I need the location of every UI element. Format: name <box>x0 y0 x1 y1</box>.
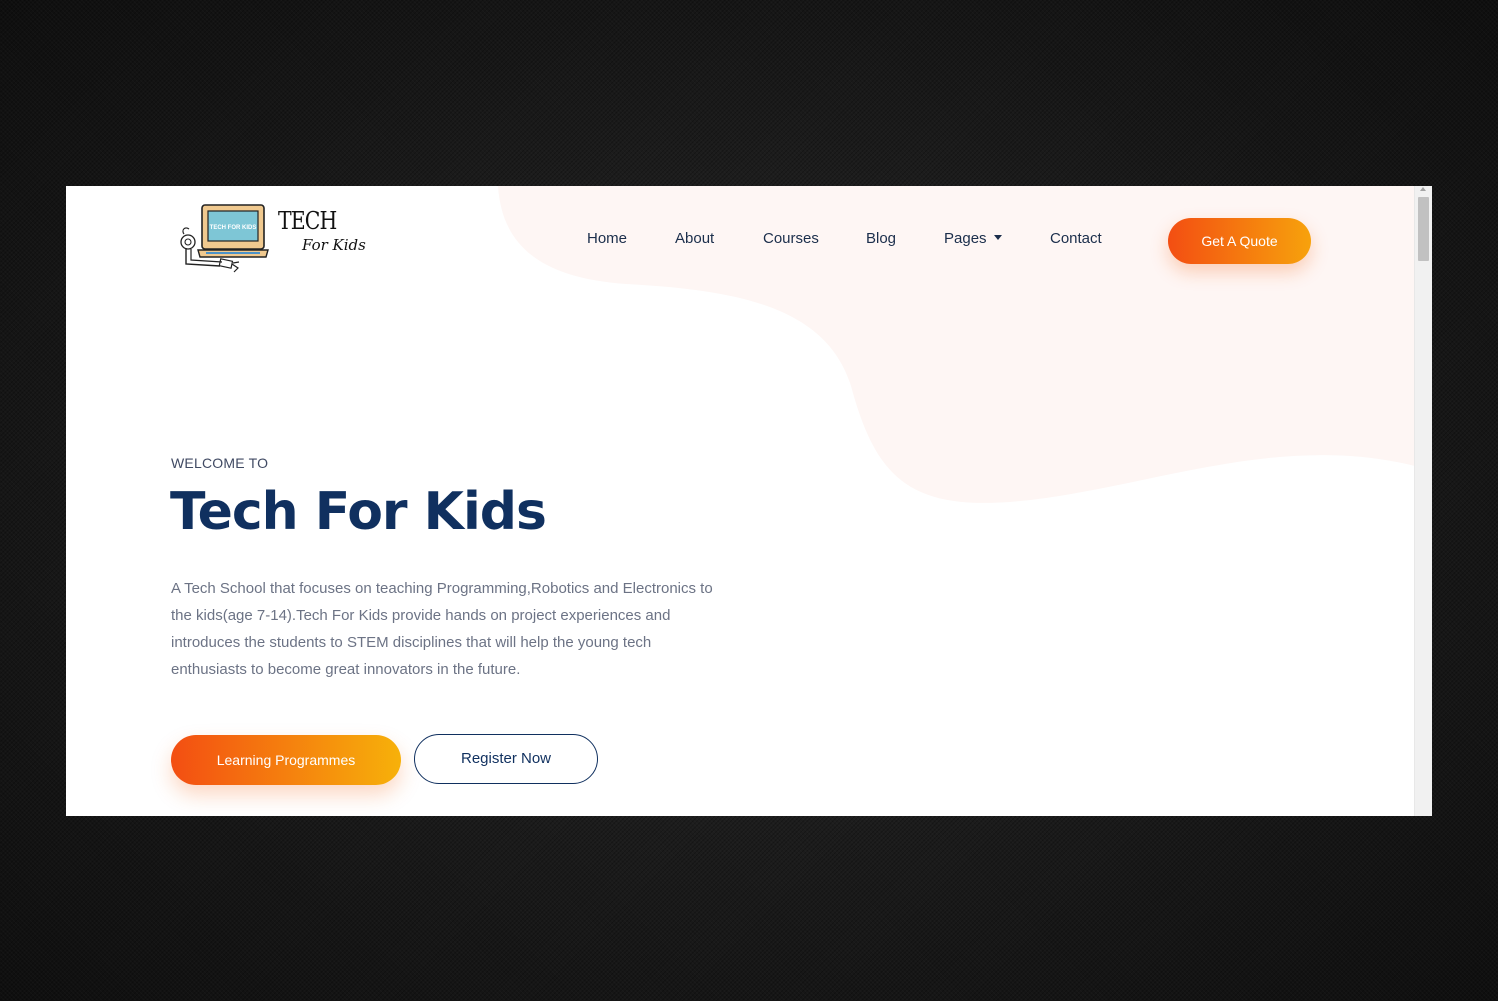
register-now-button[interactable]: Register Now <box>414 734 598 784</box>
scrollbar-thumb[interactable] <box>1418 197 1429 261</box>
laptop-robot-arm-icon: TECH FOR KIDS <box>180 204 269 273</box>
nav-blog[interactable]: Blog <box>866 230 896 247</box>
browser-viewport: TECH FOR KIDS TECH For Kids Home About C… <box>66 186 1432 816</box>
nav-pages-dropdown[interactable]: Pages <box>944 230 1002 247</box>
caret-down-icon <box>993 235 1002 240</box>
learning-programmes-button[interactable]: Learning Programmes <box>171 735 401 785</box>
site-logo[interactable]: TECH FOR KIDS TECH For Kids <box>176 202 376 284</box>
get-a-quote-button[interactable]: Get A Quote <box>1168 218 1311 264</box>
nav-contact[interactable]: Contact <box>1050 230 1102 247</box>
nav-pages-label: Pages <box>944 230 987 247</box>
hero-eyebrow: WELCOME TO <box>171 455 269 471</box>
logo-title: TECH <box>278 207 337 235</box>
logo-screen-text: TECH FOR KIDS <box>210 225 257 231</box>
logo-subtitle: For Kids <box>302 236 366 254</box>
landing-page: TECH FOR KIDS TECH For Kids Home About C… <box>66 186 1415 816</box>
hero-description: A Tech School that focuses on teaching P… <box>171 580 713 678</box>
nav-home[interactable]: Home <box>587 230 627 247</box>
nav-about[interactable]: About <box>675 230 714 247</box>
nav-courses[interactable]: Courses <box>763 230 819 247</box>
hero-title: Tech For Kids <box>170 482 547 542</box>
scroll-up-arrow-icon[interactable] <box>1420 187 1426 191</box>
vertical-scrollbar[interactable] <box>1414 186 1432 816</box>
